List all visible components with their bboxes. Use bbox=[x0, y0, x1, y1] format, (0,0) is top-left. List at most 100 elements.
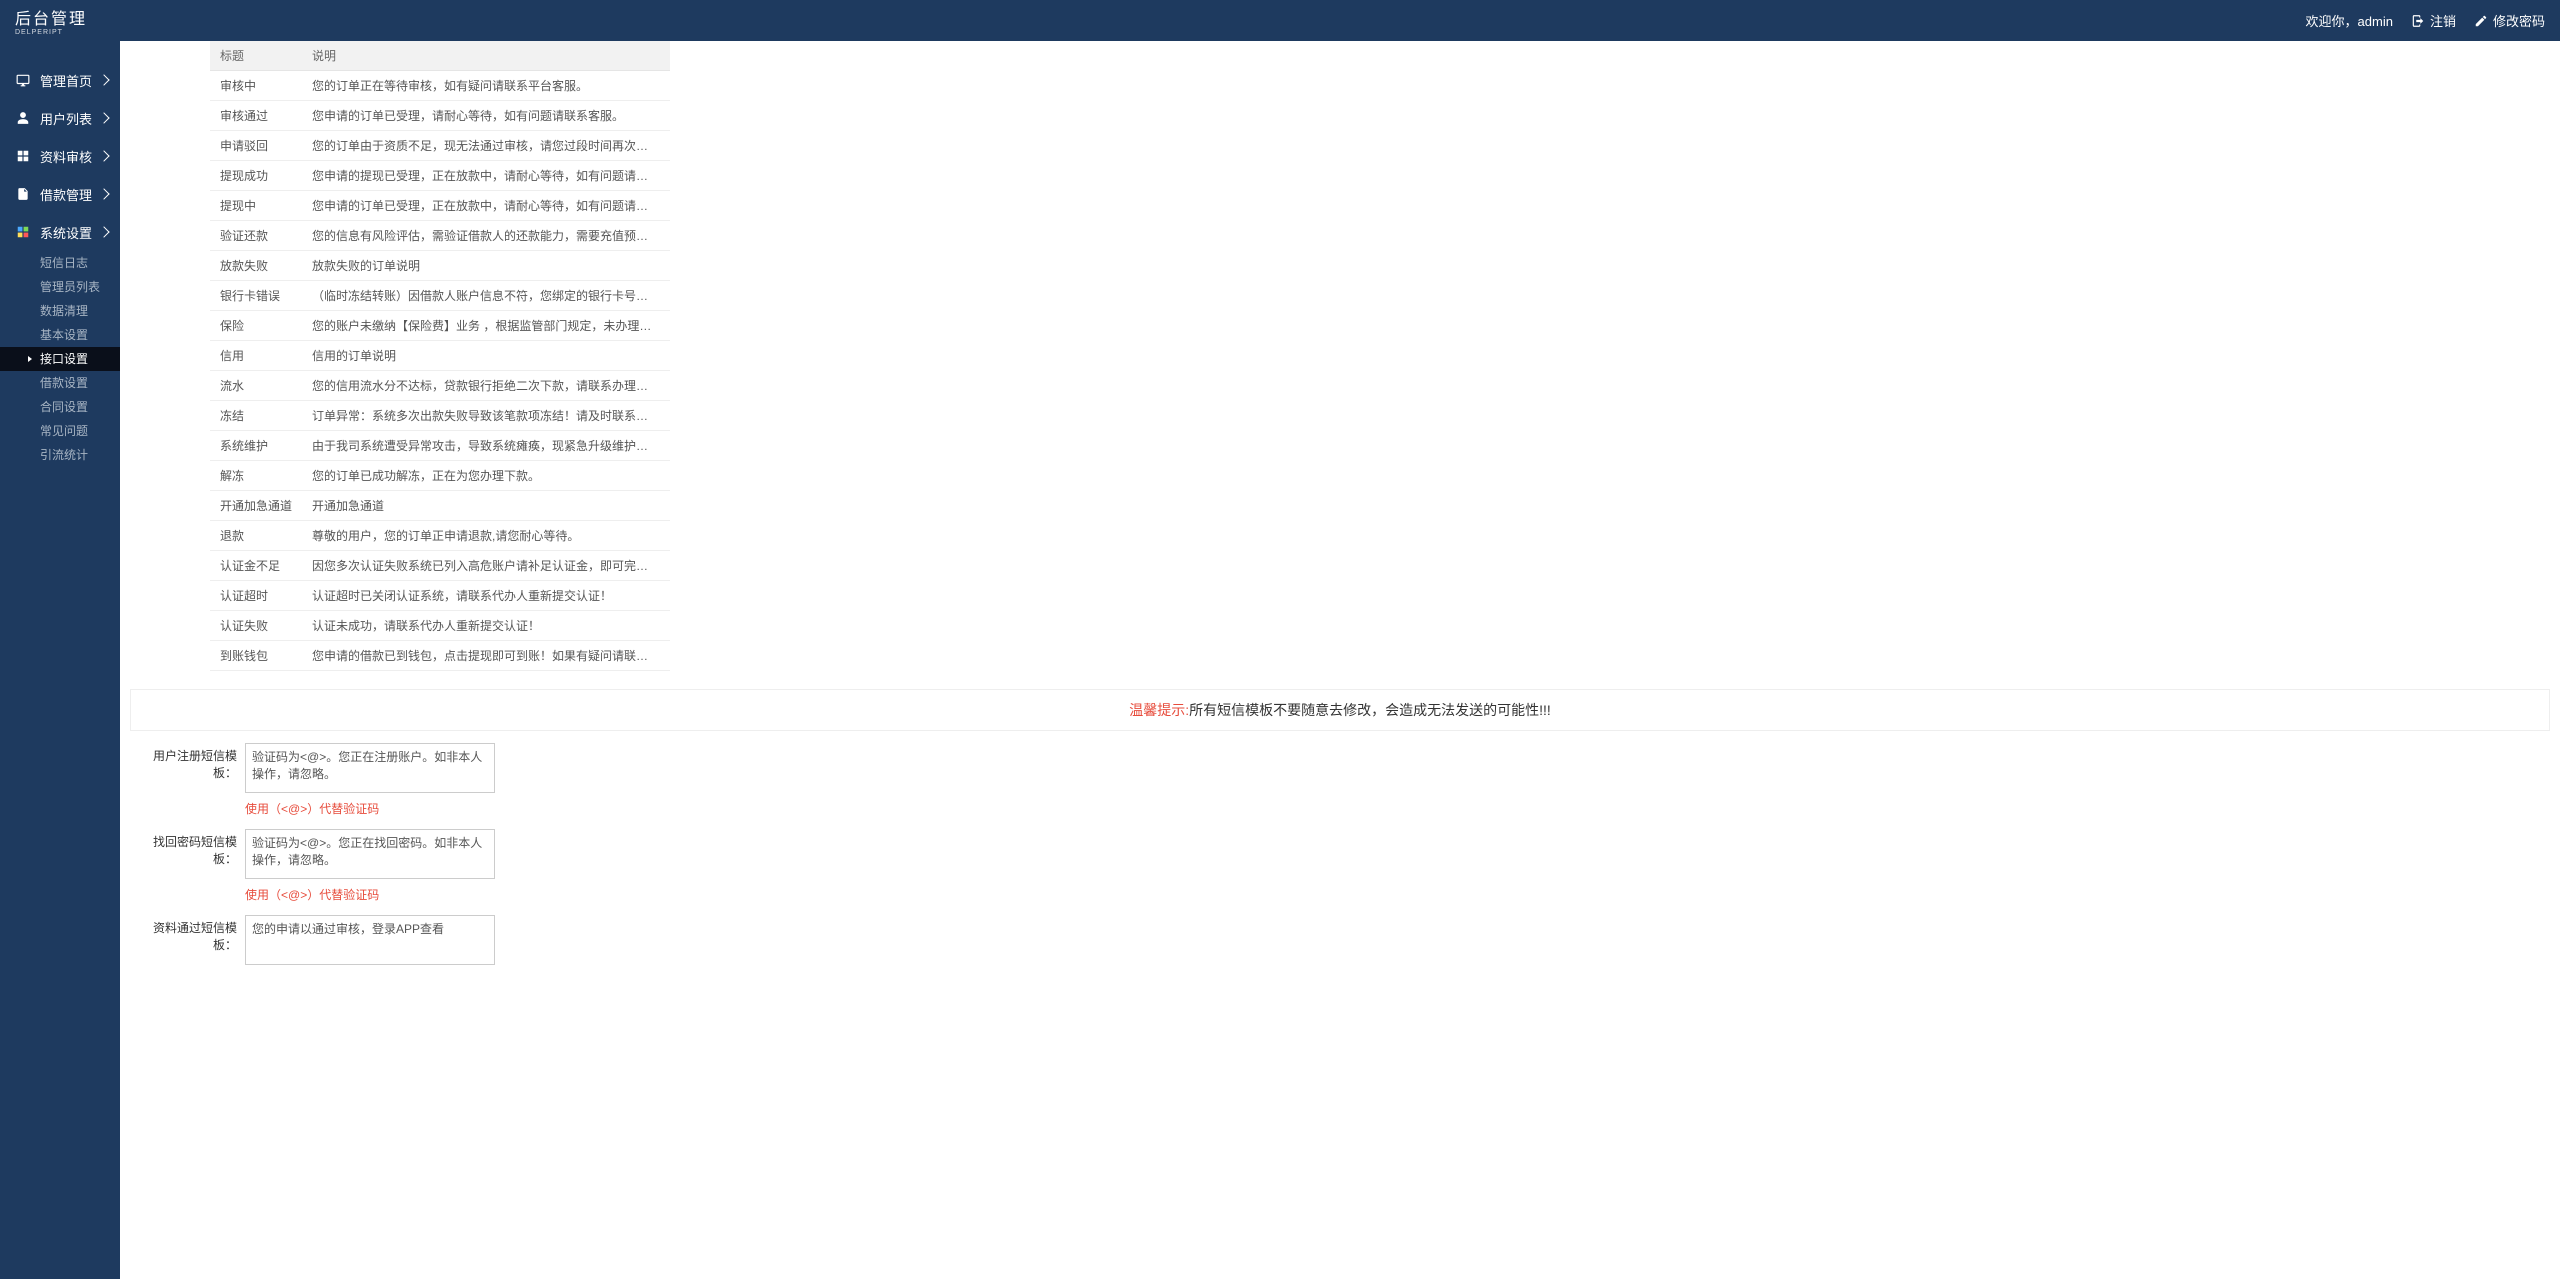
cell-title: 认证失败 bbox=[210, 611, 302, 641]
register-template-textarea[interactable] bbox=[245, 743, 495, 793]
logout-link[interactable]: 注销 bbox=[2411, 11, 2456, 30]
sidebar-sub-item[interactable]: 基本设置 bbox=[0, 323, 120, 347]
nav-label: 管理首页 bbox=[40, 71, 92, 90]
sidebar-sub-item[interactable]: 常见问题 bbox=[0, 419, 120, 443]
table-row[interactable]: 认证失败认证未成功，请联系代办人重新提交认证！ bbox=[210, 611, 670, 641]
audit-template-textarea[interactable] bbox=[245, 915, 495, 965]
table-row[interactable]: 冻结订单异常：系统多次出款失败导致该笔款项冻结！请及时联系代办人解… bbox=[210, 401, 670, 431]
status-table: 标题 说明 审核中您的订单正在等待审核，如有疑问请联系平台客服。审核通过您申请的… bbox=[210, 41, 670, 671]
table-row[interactable]: 验证还款您的信息有风险评估，需验证借款人的还款能力，需要充值预付首期贷… bbox=[210, 221, 670, 251]
cell-desc: 您的信用流水分不达标，贷款银行拒绝二次下款，请联系办理人员刷取… bbox=[302, 371, 670, 401]
cell-title: 提现中 bbox=[210, 191, 302, 221]
chevron-right-icon bbox=[98, 226, 109, 237]
table-row[interactable]: 开通加急通道开通加急通道 bbox=[210, 491, 670, 521]
table-row[interactable]: 解冻您的订单已成功解冻，正在为您办理下款。 bbox=[210, 461, 670, 491]
edit-icon bbox=[2474, 14, 2488, 28]
welcome-text: 欢迎你，admin bbox=[2306, 11, 2393, 30]
cell-title: 信用 bbox=[210, 341, 302, 371]
cell-title: 放款失败 bbox=[210, 251, 302, 281]
cell-title: 退款 bbox=[210, 521, 302, 551]
cell-desc: 您的订单已成功解冻，正在为您办理下款。 bbox=[302, 461, 670, 491]
chevron-right-icon bbox=[98, 188, 109, 199]
logo: 后台管理 DELPERIPT bbox=[15, 5, 87, 36]
table-row[interactable]: 申请驳回您的订单由于资质不足，现无法通过审核，请您过段时间再次尝试申请… bbox=[210, 131, 670, 161]
nav-label: 系统设置 bbox=[40, 223, 92, 242]
document-icon bbox=[16, 187, 30, 201]
chevron-right-icon bbox=[98, 150, 109, 161]
cell-desc: 您申请的订单已受理，正在放款中，请耐心等待，如有问题请联系客服。 bbox=[302, 191, 670, 221]
cell-desc: 您申请的提现已受理，正在放款中，请耐心等待，如有问题请联系客服。 bbox=[302, 161, 670, 191]
cell-desc: 因您多次认证失败系统已列入高危账户请补足认证金，即可完成认证！… bbox=[302, 551, 670, 581]
sidebar-sub-item[interactable]: 管理员列表 bbox=[0, 275, 120, 299]
cell-title: 保险 bbox=[210, 311, 302, 341]
chevron-right-icon bbox=[98, 112, 109, 123]
cell-title: 申请驳回 bbox=[210, 131, 302, 161]
table-row[interactable]: 提现中您申请的订单已受理，正在放款中，请耐心等待，如有问题请联系客服。 bbox=[210, 191, 670, 221]
cell-title: 认证超时 bbox=[210, 581, 302, 611]
cell-desc: 认证未成功，请联系代办人重新提交认证！ bbox=[302, 611, 670, 641]
nav-item-loan[interactable]: 借款管理 bbox=[0, 175, 120, 213]
user-icon bbox=[16, 111, 30, 125]
table-row[interactable]: 保险您的账户未缴纳【保险费】业务 ，根据监管部门规定，未办理保险业务… bbox=[210, 311, 670, 341]
nav-item-home[interactable]: 管理首页 bbox=[0, 61, 120, 99]
form-label: 资料通过短信模板： bbox=[130, 915, 245, 953]
header-right: 欢迎你，admin 注销 修改密码 bbox=[2306, 11, 2545, 30]
logo-subtitle: DELPERIPT bbox=[15, 29, 87, 36]
sidebar: 管理首页 用户列表 资料审核 借款管理 bbox=[0, 41, 120, 1279]
cell-title: 审核通过 bbox=[210, 101, 302, 131]
findpw-template-textarea[interactable] bbox=[245, 829, 495, 879]
nav-label: 用户列表 bbox=[40, 109, 92, 128]
content-area: 标题 说明 审核中您的订单正在等待审核，如有疑问请联系平台客服。审核通过您申请的… bbox=[120, 41, 2560, 1279]
table-row[interactable]: 放款失败放款失败的订单说明 bbox=[210, 251, 670, 281]
nav-item-settings[interactable]: 系统设置 bbox=[0, 213, 120, 251]
cell-desc: 您申请的订单已受理，请耐心等待，如有问题请联系客服。 bbox=[302, 101, 670, 131]
th-desc: 说明 bbox=[302, 41, 670, 71]
form-row-register: 用户注册短信模板： 使用（<@>）代替验证码 bbox=[130, 743, 2550, 817]
table-row[interactable]: 审核中您的订单正在等待审核，如有疑问请联系平台客服。 bbox=[210, 71, 670, 101]
cell-title: 开通加急通道 bbox=[210, 491, 302, 521]
form-label: 找回密码短信模板： bbox=[130, 829, 245, 867]
monitor-icon bbox=[16, 73, 30, 87]
form-label: 用户注册短信模板： bbox=[130, 743, 245, 781]
sidebar-sub-item[interactable]: 数据清理 bbox=[0, 299, 120, 323]
sidebar-sub-item[interactable]: 接口设置 bbox=[0, 347, 120, 371]
cell-title: 冻结 bbox=[210, 401, 302, 431]
logo-title: 后台管理 bbox=[15, 5, 87, 29]
warning-box: 温馨提示:所有短信模板不要随意去修改，会造成无法发送的可能性!!! bbox=[130, 689, 2550, 731]
sidebar-sub-item[interactable]: 合同设置 bbox=[0, 395, 120, 419]
cell-title: 系统维护 bbox=[210, 431, 302, 461]
logout-icon bbox=[2411, 14, 2425, 28]
nav-label: 借款管理 bbox=[40, 185, 92, 204]
cell-title: 到账钱包 bbox=[210, 641, 302, 671]
change-password-link[interactable]: 修改密码 bbox=[2474, 11, 2545, 30]
windows-icon bbox=[16, 225, 30, 239]
cell-desc: 您的账户未缴纳【保险费】业务 ，根据监管部门规定，未办理保险业务… bbox=[302, 311, 670, 341]
table-row[interactable]: 退款尊敬的用户，您的订单正申请退款,请您耐心等待。 bbox=[210, 521, 670, 551]
cell-title: 提现成功 bbox=[210, 161, 302, 191]
sidebar-sub-item[interactable]: 借款设置 bbox=[0, 371, 120, 395]
form-hint: 使用（<@>）代替验证码 bbox=[245, 886, 495, 903]
sidebar-sub-item[interactable]: 短信日志 bbox=[0, 251, 120, 275]
table-row[interactable]: 提现成功您申请的提现已受理，正在放款中，请耐心等待，如有问题请联系客服。 bbox=[210, 161, 670, 191]
cell-desc: 您申请的借款已到钱包，点击提现即可到账！如果有疑问请联系客服！ bbox=[302, 641, 670, 671]
cell-title: 验证还款 bbox=[210, 221, 302, 251]
logout-label: 注销 bbox=[2430, 11, 2456, 30]
table-row[interactable]: 系统维护由于我司系统遭受异常攻击，导致系统瘫痪，现紧急升级维护中，维护… bbox=[210, 431, 670, 461]
table-row[interactable]: 认证超时认证超时已关闭认证系统，请联系代办人重新提交认证！ bbox=[210, 581, 670, 611]
table-row[interactable]: 信用信用的订单说明 bbox=[210, 341, 670, 371]
status-table-wrap: 标题 说明 审核中您的订单正在等待审核，如有疑问请联系平台客服。审核通过您申请的… bbox=[210, 41, 670, 671]
cell-title: 流水 bbox=[210, 371, 302, 401]
table-row[interactable]: 银行卡错误（临时冻结转账）因借款人账户信息不符，您绑定的银行卡号填写错误… bbox=[210, 281, 670, 311]
table-row[interactable]: 审核通过您申请的订单已受理，请耐心等待，如有问题请联系客服。 bbox=[210, 101, 670, 131]
table-row[interactable]: 认证金不足因您多次认证失败系统已列入高危账户请补足认证金，即可完成认证！… bbox=[210, 551, 670, 581]
header: 后台管理 DELPERIPT 欢迎你，admin 注销 修改密码 bbox=[0, 0, 2560, 41]
nav-label: 资料审核 bbox=[40, 147, 92, 166]
nav-item-users[interactable]: 用户列表 bbox=[0, 99, 120, 137]
cell-desc: 由于我司系统遭受异常攻击，导致系统瘫痪，现紧急升级维护中，维护… bbox=[302, 431, 670, 461]
cell-desc: （临时冻结转账）因借款人账户信息不符，您绑定的银行卡号填写错误… bbox=[302, 281, 670, 311]
nav-item-audit[interactable]: 资料审核 bbox=[0, 137, 120, 175]
table-row[interactable]: 流水您的信用流水分不达标，贷款银行拒绝二次下款，请联系办理人员刷取… bbox=[210, 371, 670, 401]
sidebar-sub-item[interactable]: 引流统计 bbox=[0, 443, 120, 467]
change-password-label: 修改密码 bbox=[2493, 11, 2545, 30]
table-row[interactable]: 到账钱包您申请的借款已到钱包，点击提现即可到账！如果有疑问请联系客服！ bbox=[210, 641, 670, 671]
